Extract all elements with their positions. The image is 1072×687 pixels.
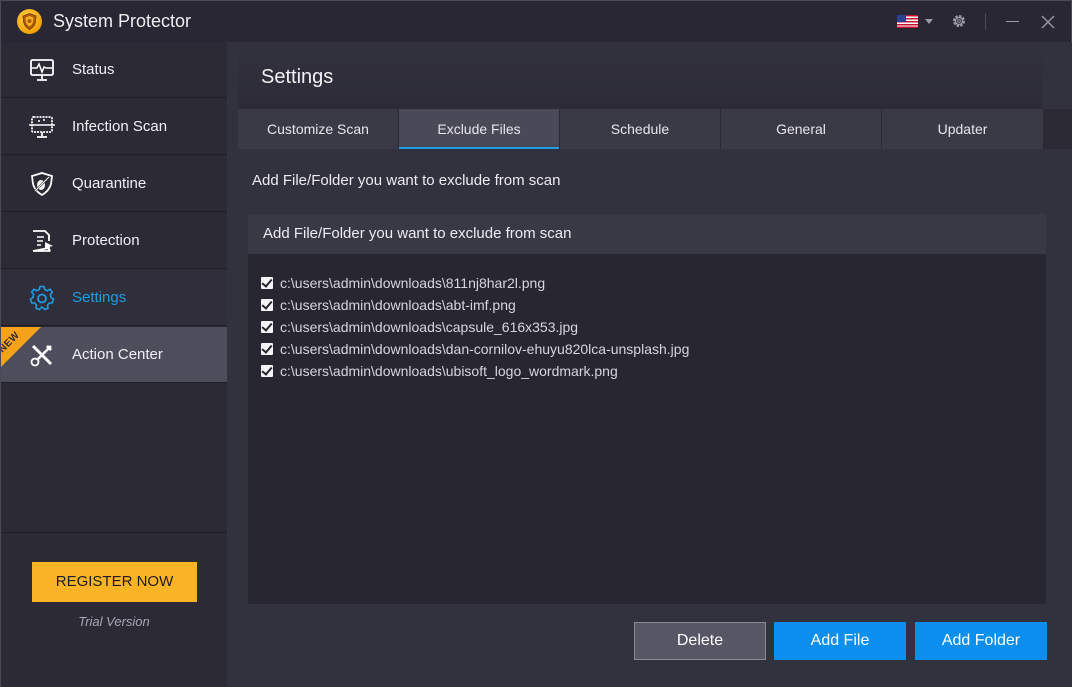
app-logo-shield-icon: [17, 9, 42, 34]
gear-icon[interactable]: [951, 13, 967, 29]
tabs-filler: [1043, 109, 1072, 149]
file-path: c:\users\admin\downloads\dan-cornilov-eh…: [280, 341, 690, 357]
excluded-files-list: c:\users\admin\downloads\811nj8har2l.png…: [261, 272, 689, 382]
settings-tabs: Customize Scan Exclude Files Schedule Ge…: [238, 109, 1043, 149]
tab-exclude-files[interactable]: Exclude Files: [399, 109, 560, 149]
tab-general[interactable]: General: [721, 109, 882, 149]
titlebar-separator: [985, 13, 986, 30]
app-window: System Protector Status Infection Scan Q…: [0, 0, 1072, 687]
delete-button[interactable]: Delete: [634, 622, 766, 660]
sidebar-item-label: Settings: [72, 289, 127, 306]
sidebar-item-quarantine[interactable]: Quarantine: [1, 156, 227, 212]
monitor-scan-icon: [29, 116, 55, 138]
add-folder-button[interactable]: Add Folder: [915, 622, 1047, 660]
us-flag-icon[interactable]: [897, 15, 918, 28]
checkbox-checked[interactable]: [261, 365, 273, 377]
sidebar-item-label: Quarantine: [72, 175, 147, 192]
sidebar-item-label: Infection Scan: [72, 118, 168, 135]
list-item[interactable]: c:\users\admin\downloads\abt-imf.png: [261, 294, 689, 316]
section-label: Add File/Folder you want to exclude from…: [252, 172, 561, 189]
sidebar-item-label: Action Center: [72, 346, 163, 363]
trial-version-label: Trial Version: [78, 614, 150, 629]
sidebar-item-action-center[interactable]: NEW Action Center: [1, 327, 227, 383]
gear-icon: [29, 285, 55, 311]
sidebar-divider: [1, 532, 227, 533]
monitor-pulse-icon: [30, 59, 54, 81]
sidebar-item-infection-scan[interactable]: Infection Scan: [1, 99, 227, 155]
shield-bug-icon: [31, 172, 53, 197]
file-path: c:\users\admin\downloads\ubisoft_logo_wo…: [280, 363, 618, 379]
tab-schedule[interactable]: Schedule: [560, 109, 721, 149]
sidebar-item-label: Status: [72, 61, 115, 78]
file-path: c:\users\admin\downloads\abt-imf.png: [280, 297, 516, 313]
sidebar-item-protection[interactable]: Protection: [1, 213, 227, 269]
checkbox-checked[interactable]: [261, 321, 273, 333]
list-header-text: Add File/Folder you want to exclude from…: [263, 225, 572, 242]
document-cursor-icon: [32, 230, 53, 252]
list-item[interactable]: c:\users\admin\downloads\ubisoft_logo_wo…: [261, 360, 689, 382]
app-title: System Protector: [53, 11, 192, 31]
checkbox-checked[interactable]: [261, 299, 273, 311]
list-item[interactable]: c:\users\admin\downloads\capsule_616x353…: [261, 316, 689, 338]
header-band: Settings: [238, 42, 1043, 109]
tab-updater[interactable]: Updater: [882, 109, 1043, 149]
sidebar-item-settings[interactable]: Settings: [1, 270, 227, 326]
excluded-files-panel: Add File/Folder you want to exclude from…: [248, 214, 1046, 604]
list-item[interactable]: c:\users\admin\downloads\dan-cornilov-eh…: [261, 338, 689, 360]
tab-customize-scan[interactable]: Customize Scan: [238, 109, 399, 149]
sidebar-item-status[interactable]: Status: [1, 42, 227, 98]
sidebar: Status Infection Scan Quarantine Protect…: [1, 42, 227, 687]
file-path: c:\users\admin\downloads\capsule_616x353…: [280, 319, 579, 335]
file-path: c:\users\admin\downloads\811nj8har2l.png: [280, 275, 546, 291]
list-item[interactable]: c:\users\admin\downloads\811nj8har2l.png: [261, 272, 689, 294]
checkbox-checked[interactable]: [261, 277, 273, 289]
page-title: Settings: [261, 66, 334, 88]
close-icon[interactable]: [1039, 13, 1057, 31]
list-header: Add File/Folder you want to exclude from…: [248, 214, 1046, 254]
add-file-button[interactable]: Add File: [774, 622, 906, 660]
sidebar-item-label: Protection: [72, 232, 140, 249]
checkbox-checked[interactable]: [261, 343, 273, 355]
language-dropdown-caret-icon[interactable]: [925, 19, 933, 24]
register-now-button[interactable]: REGISTER NOW: [32, 562, 197, 602]
wrench-screwdriver-icon: [30, 344, 53, 367]
main-content: Settings Customize Scan Exclude Files Sc…: [227, 42, 1072, 687]
minimize-button[interactable]: [1004, 13, 1022, 31]
title-bar: System Protector: [1, 1, 1071, 42]
